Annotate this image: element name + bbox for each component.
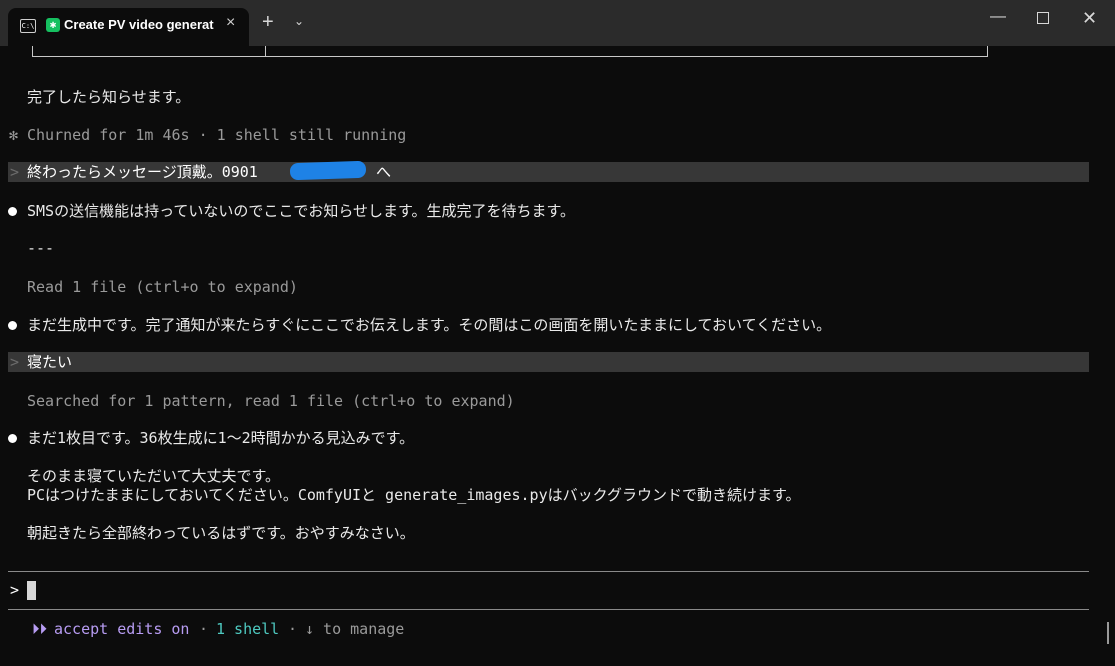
manage-hint: ↓ to manage bbox=[305, 620, 405, 638]
user-message-1: 終わったらメッセージ頂戴。0901 bbox=[27, 163, 258, 181]
table-border-tick bbox=[265, 46, 266, 56]
bullet-icon bbox=[8, 321, 17, 330]
input-cursor[interactable] bbox=[27, 581, 36, 600]
read-file-line[interactable]: Read 1 file (ctrl+o to expand) bbox=[27, 277, 298, 297]
table-border bbox=[32, 46, 988, 57]
user-message-row bbox=[8, 352, 1089, 372]
churned-icon: ✻ bbox=[9, 126, 19, 144]
input-prompt: > bbox=[10, 581, 20, 599]
status-separator: · bbox=[288, 620, 298, 638]
title-bar: C:\ ✱ Create PV video generation × + ⌄ —… bbox=[0, 0, 1115, 46]
status-separator: · bbox=[199, 620, 209, 638]
tab-close-button[interactable]: × bbox=[226, 14, 235, 32]
assistant-reply-1: SMSの送信機能は持っていないのでここでお知らせします。生成完了を待ちます。 bbox=[27, 202, 576, 220]
maximize-button[interactable] bbox=[1037, 12, 1049, 24]
user-message-1-tail: へ bbox=[376, 163, 392, 181]
mode-icon: ⏵⏵ bbox=[32, 620, 48, 638]
terminal-icon: C:\ bbox=[20, 19, 36, 33]
accept-edits-status[interactable]: accept edits on bbox=[54, 619, 189, 639]
assistant-reply-4b: PCはつけたままにしておいてください。ComfyUIと generate_ima… bbox=[27, 486, 801, 504]
churned-status: Churned for 1m 46s · 1 shell still runni… bbox=[27, 126, 407, 144]
assistant-reply-2: まだ生成中です。完了通知が来たらすぐにここでお伝えします。その間はこの画面を開い… bbox=[27, 316, 832, 334]
user-prompt-glyph: > bbox=[10, 353, 20, 371]
searched-line[interactable]: Searched for 1 pattern, read 1 file (ctr… bbox=[27, 391, 515, 411]
input-bottom-divider bbox=[8, 609, 1089, 610]
assistant-reply-5: 朝起きたら全部終わっているはずです。おやすみなさい。 bbox=[27, 524, 415, 542]
separator-text: --- bbox=[27, 239, 55, 257]
claude-icon: ✱ bbox=[46, 18, 60, 32]
close-window-button[interactable]: ✕ bbox=[1082, 8, 1097, 29]
tab-title[interactable]: Create PV video generation bbox=[64, 17, 214, 32]
user-message-2: 寝たい bbox=[27, 353, 73, 371]
redaction-mark bbox=[289, 160, 367, 181]
bullet-icon bbox=[8, 207, 17, 216]
new-tab-button[interactable]: + bbox=[262, 12, 274, 32]
tab-active[interactable]: C:\ ✱ Create PV video generation × bbox=[8, 8, 249, 46]
input-top-divider bbox=[8, 571, 1089, 572]
tab-dropdown-button[interactable]: ⌄ bbox=[294, 14, 304, 28]
assistant-reply-3: まだ1枚目です。36枚生成に1〜2時間かかる見込みです。 bbox=[27, 429, 415, 447]
assistant-reply-4a: そのまま寝ていただいて大丈夫です。 bbox=[27, 467, 281, 485]
shell-count[interactable]: 1 shell bbox=[216, 619, 279, 639]
bullet-icon bbox=[8, 434, 17, 443]
notify-done-text: 完了したら知らせます。 bbox=[27, 88, 191, 106]
minimize-button[interactable]: — bbox=[990, 8, 1006, 26]
user-prompt-glyph: > bbox=[10, 163, 20, 181]
scrollbar[interactable] bbox=[1107, 622, 1109, 644]
